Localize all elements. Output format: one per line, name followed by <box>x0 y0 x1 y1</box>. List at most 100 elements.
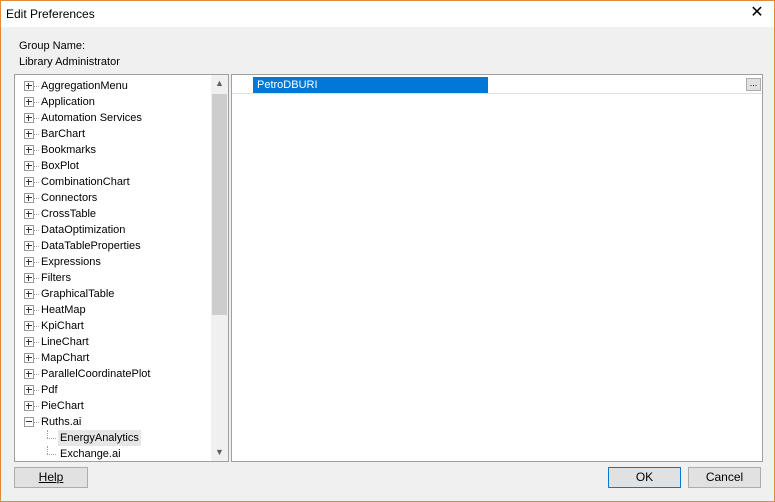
close-icon[interactable]: ✕ <box>748 4 766 22</box>
dialog-title: Edit Preferences <box>6 7 95 21</box>
tree-item[interactable]: HeatMap <box>15 302 211 318</box>
tree-item-label: GraphicalTable <box>41 288 115 300</box>
tree-item[interactable]: Application <box>15 94 211 110</box>
tree-item-label: MapChart <box>41 352 90 364</box>
tree-connector <box>34 278 39 279</box>
tree-item-label: Expressions <box>41 256 101 268</box>
tree-connector <box>34 342 39 343</box>
expand-plus-icon[interactable] <box>24 257 34 267</box>
property-name[interactable]: PetroDBURI <box>253 77 488 93</box>
expand-plus-icon[interactable] <box>24 129 34 139</box>
expand-plus-icon[interactable] <box>24 225 34 235</box>
title-bar: Edit Preferences ✕ <box>1 1 774 27</box>
tree-connector <box>47 446 48 454</box>
expand-plus-icon[interactable] <box>24 289 34 299</box>
expand-plus-icon[interactable] <box>24 321 34 331</box>
tree-item[interactable]: Automation Services <box>15 110 211 126</box>
tree-item-label: EnergyAnalytics <box>58 430 141 446</box>
expand-plus-icon[interactable] <box>24 193 34 203</box>
tree-item[interactable]: PieChart <box>15 398 211 414</box>
tree-item[interactable]: KpiChart <box>15 318 211 334</box>
tree-item[interactable]: ParallelCoordinatePlot <box>15 366 211 382</box>
expand-plus-icon[interactable] <box>24 369 34 379</box>
scroll-down-icon[interactable]: ▼ <box>211 444 228 461</box>
edit-preferences-dialog: Edit Preferences ✕ Group Name: Library A… <box>0 0 775 502</box>
property-row[interactable]: PetroDBURI ... <box>232 76 762 94</box>
help-button[interactable]: Help <box>14 467 88 488</box>
tree-item[interactable]: LineChart <box>15 334 211 350</box>
cancel-button[interactable]: Cancel <box>688 467 761 488</box>
tree-connector <box>34 326 39 327</box>
scrollbar-thumb[interactable] <box>212 94 227 315</box>
expand-plus-icon[interactable] <box>24 305 34 315</box>
tree-connector <box>34 374 39 375</box>
tree-item[interactable]: MapChart <box>15 350 211 366</box>
tree-item-label: CrossTable <box>41 208 97 220</box>
tree-item-label: Connectors <box>41 192 98 204</box>
tree-item-label: Filters <box>41 272 71 284</box>
tree-item-label: CombinationChart <box>41 176 130 188</box>
expand-plus-icon[interactable] <box>24 209 34 219</box>
tree-item[interactable]: EnergyAnalytics <box>15 430 211 446</box>
tree-item[interactable]: DataTableProperties <box>15 238 211 254</box>
tree-connector <box>47 438 56 439</box>
tree-connector <box>34 198 39 199</box>
expand-plus-icon[interactable] <box>24 81 34 91</box>
tree-item-label: LineChart <box>41 336 89 348</box>
tree-item-label: PieChart <box>41 400 84 412</box>
tree-item[interactable]: GraphicalTable <box>15 286 211 302</box>
expand-plus-icon[interactable] <box>24 177 34 187</box>
tree-item[interactable]: DataOptimization <box>15 222 211 238</box>
expand-plus-icon[interactable] <box>24 161 34 171</box>
scroll-up-icon[interactable]: ▲ <box>211 75 228 92</box>
tree-connector <box>34 86 39 87</box>
expand-plus-icon[interactable] <box>24 113 34 123</box>
tree-connector <box>34 262 39 263</box>
tree-connector <box>34 422 39 423</box>
tree-connector <box>34 134 39 135</box>
tree-item[interactable]: BarChart <box>15 126 211 142</box>
group-name-label: Group Name: <box>19 40 86 52</box>
preferences-tree[interactable]: AggregationMenu Application Automation Ser… <box>14 74 229 462</box>
tree-item-label: DataTableProperties <box>41 240 141 252</box>
tree-item[interactable]: Bookmarks <box>15 142 211 158</box>
ok-button[interactable]: OK <box>608 467 681 488</box>
tree-item-label: Bookmarks <box>41 144 97 156</box>
tree-connector <box>34 294 39 295</box>
tree-item[interactable]: BoxPlot <box>15 158 211 174</box>
tree-connector <box>34 182 39 183</box>
expand-plus-icon[interactable] <box>24 273 34 283</box>
tree-vertical-scrollbar[interactable]: ▲ ▼ <box>211 75 228 461</box>
tree-item[interactable]: CombinationChart <box>15 174 211 190</box>
expand-plus-icon[interactable] <box>24 385 34 395</box>
collapse-minus-icon[interactable] <box>24 417 34 427</box>
tree-item[interactable]: Pdf <box>15 382 211 398</box>
tree-item-label: BoxPlot <box>41 160 79 172</box>
tree-connector <box>34 214 39 215</box>
tree-item[interactable]: Filters <box>15 270 211 286</box>
tree-item[interactable]: AggregationMenu <box>15 78 211 94</box>
tree-connector <box>34 118 39 119</box>
tree-item[interactable]: Exchange.ai <box>15 446 211 461</box>
group-name-value: Library Administrator <box>19 56 120 68</box>
tree-item[interactable]: Expressions <box>15 254 211 270</box>
tree-item[interactable]: Ruths.ai <box>15 414 211 430</box>
expand-plus-icon[interactable] <box>24 401 34 411</box>
expand-plus-icon[interactable] <box>24 145 34 155</box>
tree-item-label: Ruths.ai <box>41 416 82 428</box>
tree-item-label: Automation Services <box>41 112 142 124</box>
expand-plus-icon[interactable] <box>24 353 34 363</box>
tree-item-label: BarChart <box>41 128 86 140</box>
tree-item[interactable]: Connectors <box>15 190 211 206</box>
tree-item[interactable]: CrossTable <box>15 206 211 222</box>
tree-item-label: KpiChart <box>41 320 84 332</box>
tree-connector <box>34 358 39 359</box>
expand-plus-icon[interactable] <box>24 97 34 107</box>
browse-button[interactable]: ... <box>746 78 761 91</box>
expand-plus-icon[interactable] <box>24 241 34 251</box>
tree-item-label: HeatMap <box>41 304 86 316</box>
tree-item-label: ParallelCoordinatePlot <box>41 368 151 380</box>
expand-plus-icon[interactable] <box>24 337 34 347</box>
tree-item-label: Pdf <box>41 384 58 396</box>
tree-item-label: DataOptimization <box>41 224 126 236</box>
